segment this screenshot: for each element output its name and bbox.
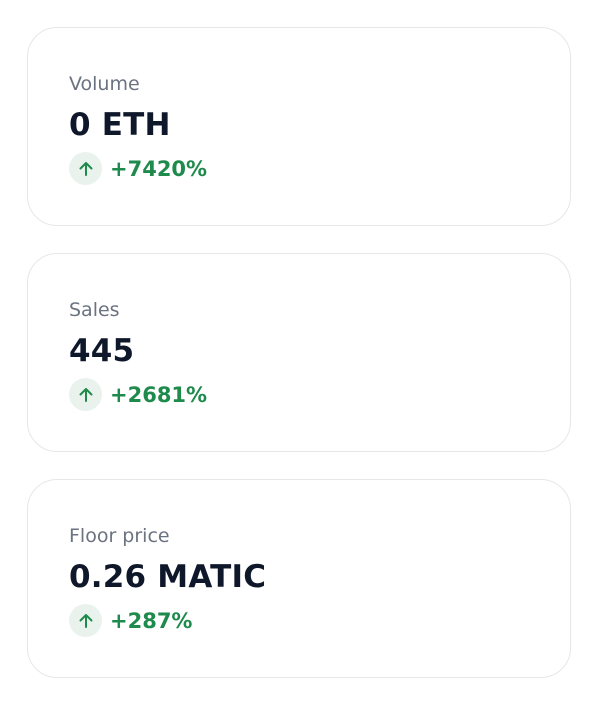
stat-change-percent: +7420% xyxy=(110,156,208,181)
arrow-up-icon xyxy=(69,378,102,411)
stat-label: Sales xyxy=(69,299,120,321)
stat-card-floor-price: Floor price 0.26 MATIC +287% xyxy=(27,479,571,678)
stat-change-percent: +2681% xyxy=(110,382,208,407)
stat-change-percent: +287% xyxy=(110,608,193,633)
stat-value: 0 ETH xyxy=(69,107,171,143)
arrow-up-icon xyxy=(69,152,102,185)
stat-card-sales: Sales 445 +2681% xyxy=(27,253,571,452)
stat-value: 445 xyxy=(69,333,135,369)
arrow-up-icon xyxy=(69,604,102,637)
stat-value: 0.26 MATIC xyxy=(69,559,267,595)
stats-list: Volume 0 ETH +7420% Sales 445 +2681% Flo… xyxy=(27,27,571,705)
stat-card-volume: Volume 0 ETH +7420% xyxy=(27,27,571,226)
stat-label: Floor price xyxy=(69,525,170,547)
stat-change: +287% xyxy=(69,604,192,637)
stat-change: +7420% xyxy=(69,152,207,185)
stat-label: Volume xyxy=(69,73,140,95)
stat-change: +2681% xyxy=(69,378,207,411)
